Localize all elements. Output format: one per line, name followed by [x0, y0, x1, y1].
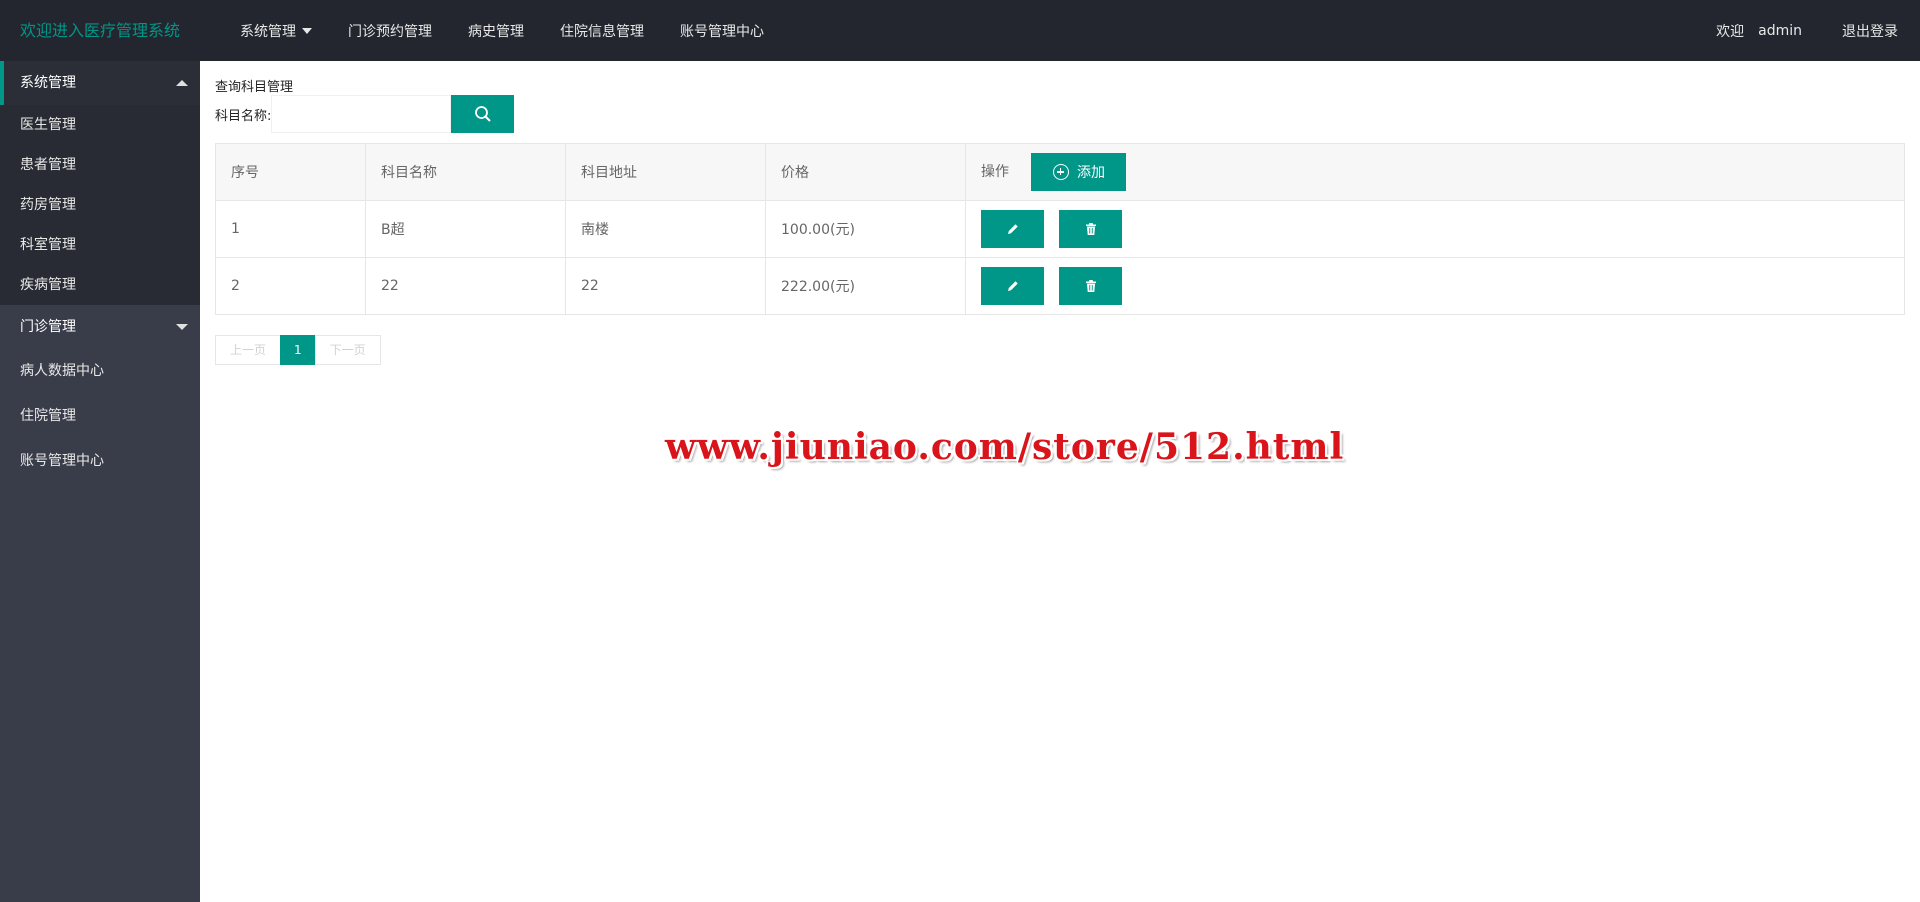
sidebar-item-doctors[interactable]: 医生管理: [0, 105, 200, 145]
sidebar-group-label: 系统管理: [20, 75, 76, 91]
page-1-button[interactable]: 1: [280, 335, 316, 365]
sidebar-item-departments[interactable]: 科室管理: [0, 225, 200, 265]
sidebar-item-pharmacy[interactable]: 药房管理: [0, 185, 200, 225]
cell-price: 222.00(元): [765, 257, 966, 315]
topnav-label: 系统管理: [240, 23, 296, 40]
cell-index: 1: [215, 200, 366, 258]
sidebar: 系统管理 医生管理 患者管理 药房管理 科室管理 疾病管理 门诊管理 病人数据中…: [0, 61, 200, 902]
add-button-label: 添加: [1076, 164, 1105, 180]
app-logo-title: 欢迎进入医疗管理系统: [20, 21, 181, 40]
sidebar-group-outpatient[interactable]: 门诊管理: [0, 305, 200, 349]
logout-link[interactable]: 退出登录: [1842, 21, 1898, 41]
prev-page-button[interactable]: 上一页: [215, 335, 282, 365]
cell-subject-name: B超: [365, 200, 566, 258]
next-page-button[interactable]: 下一页: [314, 335, 381, 365]
welcome-text: 欢迎: [1716, 23, 1745, 40]
topnav-label: 病史管理: [468, 23, 524, 40]
topnav-label: 门诊预约管理: [348, 23, 432, 40]
add-button[interactable]: 添加: [1031, 153, 1127, 191]
user-area: 欢迎 admin 退出登录: [1702, 0, 1898, 61]
sidebar-item-patient-data-center[interactable]: 病人数据中心: [0, 349, 200, 394]
sidebar-submenu-system: 医生管理 患者管理 药房管理 科室管理 疾病管理: [0, 105, 200, 305]
col-header-subject-name: 科目名称: [365, 143, 566, 201]
edit-button[interactable]: [981, 210, 1044, 248]
col-header-subject-address: 科目地址: [565, 143, 766, 201]
section-title: 查询科目管理: [215, 80, 294, 95]
trash-icon: [1085, 223, 1096, 235]
caret-down-icon: [302, 27, 312, 34]
caret-down-icon: [176, 324, 188, 330]
cell-actions: [965, 257, 1905, 315]
col-header-index: 序号: [215, 143, 366, 201]
cell-actions: [965, 200, 1905, 258]
search-button[interactable]: [451, 95, 515, 133]
actions-label: 操作: [981, 164, 1009, 180]
sidebar-item-account-center[interactable]: 账号管理中心: [0, 439, 200, 484]
pagination: 上一页 1 下一页: [215, 335, 381, 365]
table-header-row: 序号 科目名称 科目地址 价格 操作 添加: [215, 143, 1905, 201]
topnav-medical-history[interactable]: 病史管理: [450, 0, 542, 61]
watermark-text: www.jiuniao.com/store/512.html: [665, 426, 1345, 468]
topnav-outpatient-appointment[interactable]: 门诊预约管理: [330, 0, 450, 61]
col-header-actions: 操作 添加: [965, 143, 1905, 201]
username[interactable]: admin: [1758, 23, 1802, 39]
subject-name-input[interactable]: [271, 95, 452, 133]
topnav-inpatient-info[interactable]: 住院信息管理: [542, 0, 662, 61]
cell-index: 2: [215, 257, 366, 315]
sidebar-group-label: 门诊管理: [20, 319, 76, 335]
search-icon: [474, 106, 491, 122]
caret-up-icon: [176, 80, 188, 86]
pencil-icon: [1007, 224, 1018, 234]
plus-circle-icon: [1052, 164, 1069, 180]
delete-button[interactable]: [1059, 210, 1123, 248]
cell-price: 100.00(元): [765, 200, 966, 258]
cell-subject-address: 南楼: [565, 200, 766, 258]
pencil-icon: [1007, 281, 1018, 291]
search-row: 科目名称:: [215, 95, 515, 133]
topnav-system-management[interactable]: 系统管理: [222, 0, 330, 61]
topnav-label: 住院信息管理: [560, 23, 644, 40]
delete-button[interactable]: [1059, 267, 1123, 305]
table-row: 2 22 22 222.00(元): [215, 257, 1905, 315]
search-label: 科目名称:: [215, 108, 272, 124]
sidebar-item-patients[interactable]: 患者管理: [0, 145, 200, 185]
sidebar-group-system[interactable]: 系统管理: [0, 61, 200, 105]
cell-subject-name: 22: [365, 257, 566, 315]
subject-table: 序号 科目名称 科目地址 价格 操作 添加 1 B超 南楼 100.00(元): [215, 143, 1905, 315]
sidebar-item-diseases[interactable]: 疾病管理: [0, 265, 200, 305]
topnav-label: 账号管理中心: [680, 23, 764, 40]
trash-icon: [1085, 280, 1096, 292]
edit-button[interactable]: [981, 267, 1044, 305]
col-header-price: 价格: [765, 143, 966, 201]
topnav-account-center[interactable]: 账号管理中心: [662, 0, 782, 61]
cell-subject-address: 22: [565, 257, 766, 315]
table-row: 1 B超 南楼 100.00(元): [215, 200, 1905, 258]
top-header: 欢迎进入医疗管理系统 系统管理 门诊预约管理 病史管理 住院信息管理 账号管理中…: [0, 0, 1920, 61]
sidebar-item-inpatient[interactable]: 住院管理: [0, 394, 200, 439]
top-nav: 系统管理 门诊预约管理 病史管理 住院信息管理 账号管理中心: [222, 0, 782, 61]
